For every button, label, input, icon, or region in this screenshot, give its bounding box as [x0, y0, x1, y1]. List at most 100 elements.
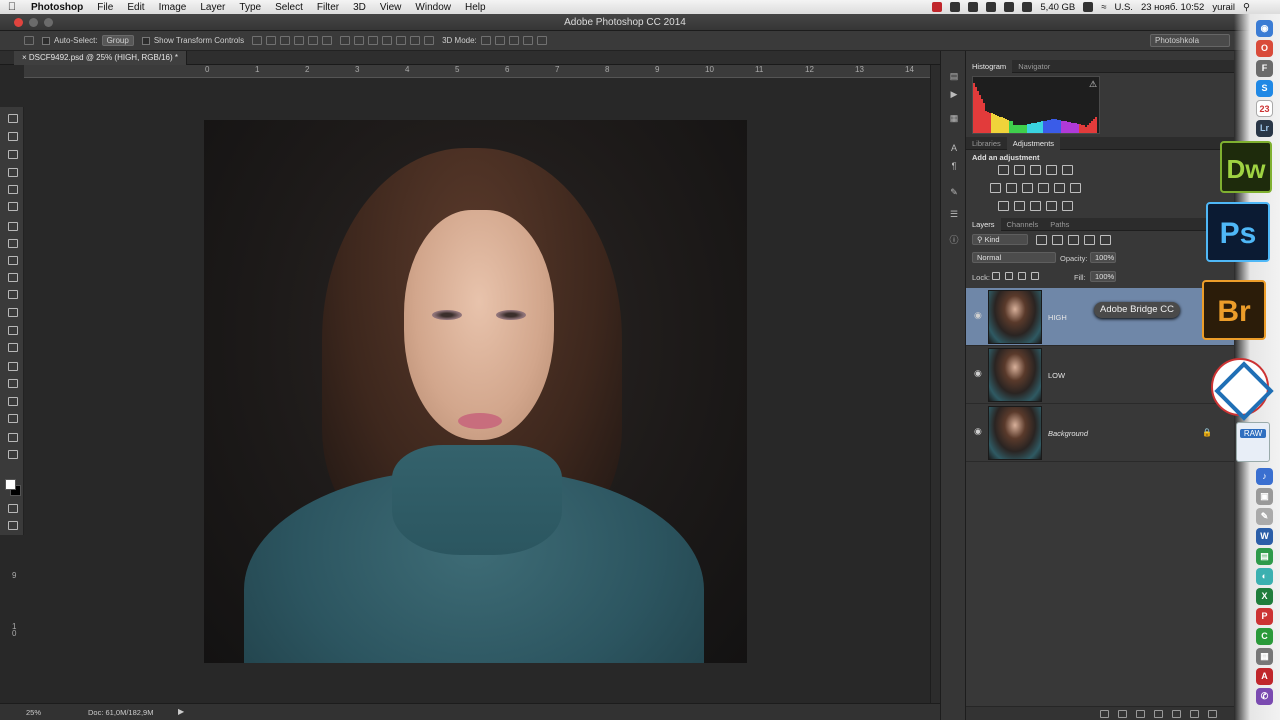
photo-filter-icon[interactable]	[1054, 183, 1065, 193]
blur-tool-icon[interactable]	[7, 325, 18, 335]
menu-app-photoshop[interactable]: Photoshop	[24, 2, 90, 13]
move-tool-preset[interactable]	[24, 36, 34, 45]
pen-tool-icon[interactable]	[7, 361, 18, 371]
apple-icon[interactable]: 	[0, 1, 24, 13]
chrome-icon[interactable]: ◉	[1256, 20, 1273, 37]
move-tool-icon[interactable]	[7, 113, 18, 123]
spreadsheet-icon[interactable]: ▤	[1256, 548, 1273, 565]
align-vcenter-icon[interactable]	[266, 36, 277, 45]
history-panel-icon[interactable]: ▤	[948, 71, 960, 82]
datetime[interactable]: 23 нояб. 10:52	[1141, 2, 1204, 13]
lock-position-icon[interactable]	[1018, 272, 1026, 280]
filter-pixel-icon[interactable]	[1036, 235, 1047, 245]
horizontal-ruler[interactable]: 0 1 2 3 4 5 6 7 8 9 10 11 12 13 14	[24, 65, 930, 78]
knot-app-icon[interactable]	[1211, 358, 1269, 416]
channel-mixer-icon[interactable]	[1070, 183, 1081, 193]
tab-histogram[interactable]: Histogram	[966, 59, 1013, 73]
brush-presets-icon[interactable]: ✎	[948, 187, 960, 198]
finder-icon[interactable]: F	[1256, 60, 1273, 77]
tab-adjustments[interactable]: Adjustments	[1006, 136, 1061, 150]
record-icon[interactable]	[932, 2, 943, 12]
distribute-bottom-icon[interactable]	[368, 36, 379, 45]
layer-filter-kind-dropdown[interactable]: ⚲ Kind	[972, 234, 1028, 245]
quick-select-tool-icon[interactable]	[7, 167, 18, 177]
selective-color-icon[interactable]	[1062, 201, 1073, 211]
layer-thumbnail[interactable]	[988, 290, 1042, 344]
gradient-tool-icon[interactable]	[7, 307, 18, 317]
menu-help[interactable]: Help	[458, 2, 493, 13]
user-name[interactable]: yurail	[1212, 2, 1235, 13]
path-select-tool-icon[interactable]	[7, 396, 18, 406]
foreground-color-swatch[interactable]	[5, 479, 16, 490]
layer-visibility-eye-icon[interactable]: ◉	[974, 368, 982, 379]
wifi-icon[interactable]: ≈	[1101, 2, 1106, 13]
menu-filter[interactable]: Filter	[310, 2, 346, 13]
3d-roll-icon[interactable]	[494, 36, 505, 45]
screen-mode-icon[interactable]	[7, 520, 18, 530]
distribute-left-icon[interactable]	[382, 36, 393, 45]
menu-file[interactable]: File	[90, 2, 120, 13]
brightness-contrast-icon[interactable]	[998, 165, 1009, 175]
histogram-warning-icon[interactable]: ⚠	[1089, 79, 1097, 90]
threshold-icon[interactable]	[1030, 201, 1041, 211]
new-layer-icon[interactable]	[1190, 710, 1199, 718]
distribute-vcenter-icon[interactable]	[354, 36, 365, 45]
new-adjustment-layer-icon[interactable]	[1154, 710, 1163, 718]
powerpoint-icon[interactable]: P	[1256, 608, 1273, 625]
workspace-switcher[interactable]: Photoshkola	[1150, 34, 1230, 47]
search-icon[interactable]: ⚲	[1243, 2, 1250, 13]
drive-icon[interactable]	[968, 2, 979, 12]
lock-all-icon[interactable]	[1031, 272, 1039, 280]
layer-thumbnail[interactable]	[988, 406, 1042, 460]
maps-icon[interactable]: ◐	[1256, 568, 1273, 585]
hue-saturation-icon[interactable]	[1006, 183, 1017, 193]
layer-name[interactable]: LOW	[1048, 371, 1065, 380]
tab-paths[interactable]: Paths	[1044, 218, 1075, 231]
excel-icon[interactable]: X	[1256, 588, 1273, 605]
layer-row-background[interactable]: ◉ Background 🔒	[966, 404, 1234, 462]
cloud-icon[interactable]	[986, 2, 997, 12]
crop-tool-icon[interactable]	[7, 184, 18, 194]
archive-icon[interactable]: ▦	[1256, 648, 1273, 665]
new-group-icon[interactable]	[1172, 710, 1181, 718]
textedit-icon[interactable]: ✎	[1256, 508, 1273, 525]
skype-icon[interactable]: S	[1256, 80, 1273, 97]
fill-field[interactable]: 100%	[1090, 271, 1116, 282]
lock-image-icon[interactable]	[1005, 272, 1013, 280]
align-hcenter-icon[interactable]	[308, 36, 319, 45]
3d-rotate-icon[interactable]	[480, 36, 491, 45]
distribute-hcenter-icon[interactable]	[396, 36, 407, 45]
eye-icon[interactable]	[1004, 2, 1015, 12]
brush-tool-icon[interactable]	[7, 238, 18, 248]
align-bottom-icon[interactable]	[280, 36, 291, 45]
photoshop-dock-icon[interactable]: Ps	[1206, 202, 1270, 262]
type-tool-icon[interactable]	[7, 378, 18, 388]
status-menu-arrow[interactable]: ▶	[178, 707, 184, 716]
blend-mode-dropdown[interactable]: Normal	[972, 252, 1056, 263]
layer-thumbnail[interactable]	[988, 348, 1042, 402]
lock-transparent-icon[interactable]	[992, 272, 1000, 280]
bridge-dock-icon[interactable]: Br	[1202, 280, 1266, 340]
menu-window[interactable]: Window	[408, 2, 458, 13]
exposure-icon[interactable]	[1046, 165, 1057, 175]
filter-adjustment-icon[interactable]	[1052, 235, 1063, 245]
layer-name[interactable]: HIGH	[1048, 313, 1067, 322]
eyedropper-tool-icon[interactable]	[7, 201, 18, 211]
document-tab[interactable]: × DSCF9492.psd @ 25% (HIGH, RGB/16) *	[14, 51, 187, 65]
align-right-icon[interactable]	[322, 36, 333, 45]
timer-icon[interactable]	[1083, 2, 1094, 12]
delete-layer-icon[interactable]	[1208, 710, 1217, 718]
raw-converter-icon[interactable]: RAW	[1236, 422, 1270, 462]
healing-brush-tool-icon[interactable]	[7, 221, 18, 231]
menu-select[interactable]: Select	[268, 2, 310, 13]
calendar-icon[interactable]: 23	[1256, 100, 1273, 117]
dropbox-icon[interactable]	[950, 2, 961, 12]
curves-icon[interactable]	[1030, 165, 1041, 175]
hand-tool-icon[interactable]	[7, 432, 18, 442]
character-panel-icon[interactable]: A	[948, 143, 960, 154]
3d-pan-icon[interactable]	[508, 36, 519, 45]
gradient-triangle-icon[interactable]	[1062, 165, 1073, 175]
opera-icon[interactable]: O	[1256, 40, 1273, 57]
paragraph-panel-icon[interactable]: ¶	[948, 161, 960, 172]
menu-layer[interactable]: Layer	[193, 2, 232, 13]
